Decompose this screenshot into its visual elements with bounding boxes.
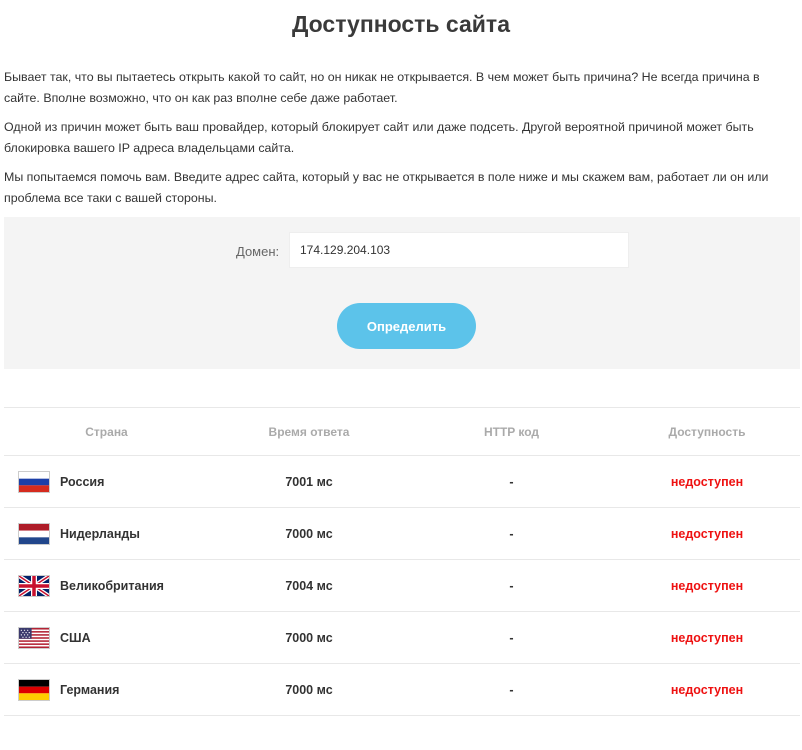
- header-availability: Доступность: [668, 424, 746, 439]
- country-cell: США: [4, 626, 209, 649]
- response-time: 7000 мс: [285, 682, 333, 697]
- check-form: Домен: Определить: [4, 217, 800, 369]
- header-http-code: HTTP код: [483, 424, 540, 439]
- country-name: Германия: [60, 682, 120, 697]
- availability-status: недоступен: [670, 630, 744, 645]
- availability-status: недоступен: [670, 526, 744, 541]
- header-response-time: Время ответа: [268, 424, 350, 439]
- domain-input[interactable]: [289, 232, 629, 268]
- netherlands-flag-icon: [18, 522, 50, 545]
- country-name: США: [60, 630, 91, 645]
- domain-label: Домен:: [236, 244, 280, 259]
- page-title: Доступность сайта: [291, 11, 510, 37]
- availability-status: недоступен: [670, 578, 744, 593]
- table-header: Страна Время ответа HTTP код Доступность: [4, 408, 800, 456]
- availability-status: недоступен: [670, 682, 744, 697]
- germany-flag-icon: [18, 678, 50, 701]
- availability-status: недоступен: [670, 474, 744, 489]
- intro-paragraph: Мы попытаемся помочь вам. Введите адрес …: [4, 170, 769, 205]
- country-name: Нидерланды: [60, 526, 140, 541]
- intro-text: Бывает так, что вы пытаетесь открыть как…: [0, 67, 802, 209]
- country-cell: Великобритания: [4, 574, 209, 597]
- usa-flag-icon: [18, 626, 50, 649]
- http-code: -: [509, 526, 514, 541]
- table-row: Великобритания 7004 мс - недоступен: [4, 560, 800, 612]
- http-code: -: [509, 578, 514, 593]
- http-code: -: [509, 630, 514, 645]
- country-name: Великобритания: [60, 578, 164, 593]
- country-cell: Нидерланды: [4, 522, 209, 545]
- table-row: Германия 7000 мс - недоступен: [4, 664, 800, 716]
- intro-paragraph: Одной из причин может быть ваш провайдер…: [4, 120, 754, 155]
- response-time: 7000 мс: [285, 526, 333, 541]
- russia-flag-icon: [18, 470, 50, 493]
- http-code: -: [509, 474, 514, 489]
- response-time: 7004 мс: [285, 578, 333, 593]
- table-row: Россия 7001 мс - недоступен: [4, 456, 800, 508]
- response-time: 7001 мс: [285, 474, 333, 489]
- country-name: Россия: [60, 474, 105, 489]
- header-country: Страна: [85, 424, 128, 439]
- results-table: Страна Время ответа HTTP код Доступность…: [4, 407, 800, 716]
- http-code: -: [509, 682, 514, 697]
- country-cell: Россия: [4, 470, 209, 493]
- table-row: Нидерланды 7000 мс - недоступен: [4, 508, 800, 560]
- detect-button[interactable]: Определить: [337, 303, 476, 349]
- country-cell: Германия: [4, 678, 209, 701]
- table-row: США 7000 мс - недоступен: [4, 612, 800, 664]
- intro-paragraph: Бывает так, что вы пытаетесь открыть как…: [4, 70, 760, 105]
- uk-flag-icon: [18, 574, 50, 597]
- response-time: 7000 мс: [285, 630, 333, 645]
